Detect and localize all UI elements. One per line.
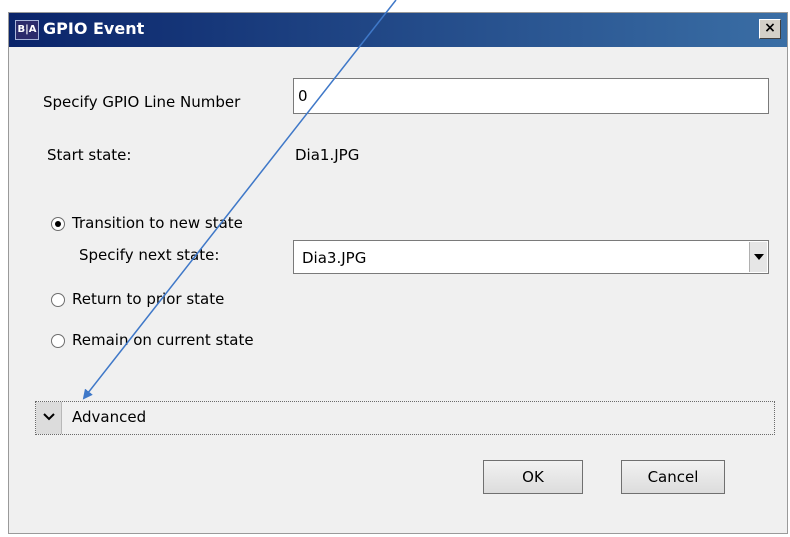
next-state-label: Specify next state: bbox=[79, 246, 220, 264]
chevron-down-icon[interactable] bbox=[749, 242, 767, 272]
next-state-value: Dia3.JPG bbox=[302, 249, 367, 267]
chevron-down-icon bbox=[43, 413, 55, 421]
advanced-expander[interactable]: Advanced bbox=[35, 401, 775, 435]
close-button[interactable]: × bbox=[759, 19, 781, 39]
start-state-label: Start state: bbox=[47, 146, 132, 164]
advanced-label: Advanced bbox=[72, 408, 147, 426]
window-title: GPIO Event bbox=[43, 19, 145, 38]
start-state-value: Dia1.JPG bbox=[295, 146, 360, 164]
app-icon: B|A bbox=[15, 20, 39, 40]
next-state-select[interactable]: Dia3.JPG bbox=[293, 240, 769, 274]
expand-button[interactable] bbox=[36, 402, 62, 434]
return-prior-label[interactable]: Return to prior state bbox=[72, 290, 224, 308]
line-number-label: Specify GPIO Line Number bbox=[43, 93, 241, 111]
cancel-button[interactable]: Cancel bbox=[621, 460, 725, 494]
return-prior-radio[interactable] bbox=[51, 293, 65, 307]
line-number-input[interactable] bbox=[293, 78, 769, 114]
title-bar[interactable]: B|A GPIO Event × bbox=[9, 13, 787, 47]
remain-current-label[interactable]: Remain on current state bbox=[72, 331, 254, 349]
transition-label[interactable]: Transition to new state bbox=[72, 214, 243, 232]
remain-current-radio[interactable] bbox=[51, 334, 65, 348]
ok-button[interactable]: OK bbox=[483, 460, 583, 494]
gpio-event-dialog: B|A GPIO Event × Specify GPIO Line Numbe… bbox=[8, 12, 788, 534]
transition-radio[interactable] bbox=[51, 217, 65, 231]
